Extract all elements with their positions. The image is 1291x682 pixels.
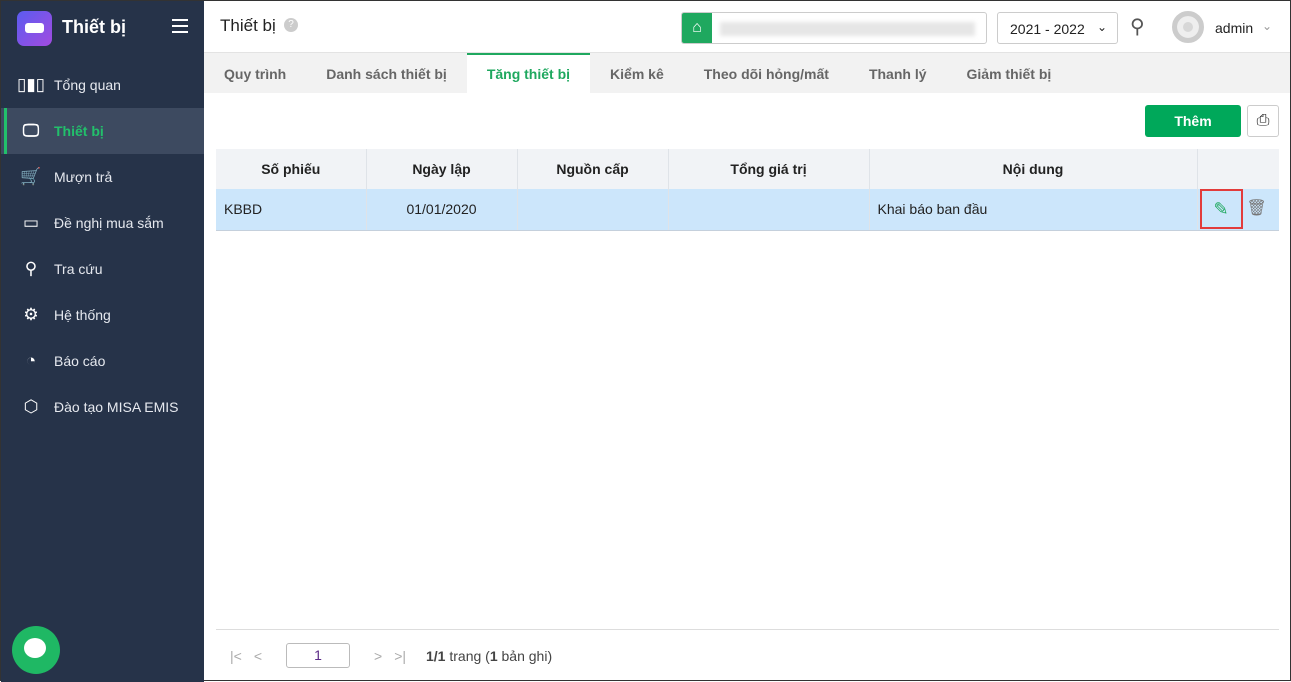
sidebar-item-label: Đề nghị mua sắm: [54, 215, 164, 231]
search-chart-icon[interactable]: ⚲: [1130, 14, 1145, 39]
sidebar-item-thiet-bi[interactable]: 🖵 Thiết bị: [1, 108, 204, 154]
pie-chart-icon: ◔: [25, 351, 37, 370]
column-header-actions: [1197, 149, 1279, 189]
tab-thanh-ly[interactable]: Thanh lý: [849, 53, 947, 93]
school-selector[interactable]: ⌂: [681, 12, 987, 44]
chat-button[interactable]: [12, 626, 60, 674]
edit-pencil-icon[interactable]: ✎: [1199, 189, 1243, 230]
cart-icon: 🛒: [20, 167, 42, 186]
tab-giam-thiet-bi[interactable]: Giảm thiết bị: [947, 53, 1072, 93]
first-page-icon[interactable]: |<: [230, 648, 242, 664]
sidebar-item-de-nghi-mua-sam[interactable]: ▭ Đề nghị mua sắm: [1, 200, 204, 246]
header: Thiết bị ? ⌂ 2021 - 2022 ⌄ ⚲ admin ⌄: [204, 1, 1290, 53]
chevron-down-icon[interactable]: ⌄: [1262, 19, 1272, 33]
chevron-down-icon: ⌄: [1096, 20, 1107, 34]
year-value: 2021 - 2022: [1010, 21, 1085, 37]
sidebar-item-muon-tra[interactable]: 🛒 Mượn trả: [1, 154, 204, 200]
chart-bars-icon: ▯▮▯: [16, 75, 46, 94]
cell-tong-gia-tri: [668, 189, 870, 231]
print-button[interactable]: ⎙: [1247, 105, 1279, 137]
column-header: Tổng giá trị: [668, 149, 870, 189]
tab-bar: Quy trình Danh sách thiết bị Tăng thiết …: [204, 53, 1290, 93]
year-select[interactable]: 2021 - 2022 ⌄: [997, 12, 1118, 44]
sidebar-item-bao-cao[interactable]: ◔ Báo cáo: [1, 338, 204, 384]
record-label: bản ghi): [497, 647, 553, 664]
home-icon: ⌂: [682, 13, 712, 43]
sidebar-item-label: Báo cáo: [54, 353, 106, 369]
sidebar-item-dao-tao[interactable]: ⬡ Đào tạo MISA EMIS: [1, 384, 204, 430]
avatar[interactable]: [1172, 11, 1204, 43]
sidebar-item-label: Tra cứu: [54, 261, 103, 277]
cell-ngay-lap: 01/01/2020: [366, 189, 518, 231]
divider: [216, 629, 1279, 630]
cell-nguon-cap: [517, 189, 669, 231]
page-info: 1/1 trang (1 bản ghi): [426, 648, 552, 664]
cell-so-phieu: KBBD: [216, 189, 367, 231]
sidebar-item-tra-cuu[interactable]: ⚲ Tra cứu: [1, 246, 204, 292]
box-icon: ⬡: [23, 397, 39, 416]
prev-page-icon[interactable]: <: [254, 648, 262, 664]
sidebar-item-label: Thiết bị: [54, 123, 104, 139]
page-title: Thiết bị: [220, 16, 276, 35]
printer-icon: ⎙: [1256, 112, 1270, 129]
monitor-icon: 🖵: [22, 121, 40, 140]
tab-tang-thiet-bi[interactable]: Tăng thiết bị: [466, 53, 591, 93]
search-icon: ⚲: [24, 259, 38, 278]
sidebar-item-label: Hệ thống: [54, 307, 111, 323]
column-header: Nội dung: [869, 149, 1198, 189]
tab-quy-trinh[interactable]: Quy trình: [204, 53, 306, 93]
trash-icon[interactable]: 🗑: [1247, 200, 1267, 217]
table-row[interactable]: KBBD 01/01/2020 Khai báo ban đầu ✎ 🗑: [216, 189, 1279, 231]
cell-noi-dung: Khai báo ban đầu: [869, 189, 1198, 231]
sidebar-item-he-thong[interactable]: ⚙ Hệ thống: [1, 292, 204, 338]
data-table: Số phiếu Ngày lập Nguồn cấp Tổng giá trị…: [216, 149, 1279, 231]
app-logo: [17, 11, 52, 46]
tab-theo-doi-hong-mat[interactable]: Theo dõi hỏng/mất: [684, 53, 849, 93]
sidebar-item-tong-quan[interactable]: ▯▮▯ Tổng quan: [1, 62, 204, 108]
sidebar-item-label: Mượn trả: [54, 169, 113, 185]
pagination: |< < 1 > >| 1/1 trang (1 bản ghi): [230, 643, 552, 668]
app-title: Thiết bị: [62, 17, 126, 37]
tab-danh-sach-thiet-bi[interactable]: Danh sách thiết bị: [306, 53, 467, 93]
sidebar-item-label: Tổng quan: [54, 77, 121, 93]
sidebar: Thiết bị ▯▮▯ Tổng quan 🖵 Thiết bị 🛒 Mượn tr…: [1, 1, 204, 682]
menu-toggle-icon[interactable]: [172, 19, 188, 33]
page-current: 1/1: [426, 647, 446, 664]
column-header: Số phiếu: [216, 149, 367, 189]
page-input[interactable]: 1: [286, 643, 350, 668]
record-count: 1: [489, 647, 498, 664]
user-name[interactable]: admin: [1215, 20, 1253, 36]
sidebar-item-label: Đào tạo MISA EMIS: [54, 399, 179, 415]
gear-icon: ⚙: [23, 305, 39, 324]
page-label: trang (: [445, 647, 490, 664]
last-page-icon[interactable]: >|: [394, 648, 406, 664]
help-icon[interactable]: ?: [284, 18, 298, 32]
add-button[interactable]: Thêm: [1145, 105, 1241, 137]
school-name-blurred: [720, 22, 975, 36]
next-page-icon[interactable]: >: [374, 648, 382, 664]
column-header: Nguồn cấp: [517, 149, 669, 189]
column-header: Ngày lập: [366, 149, 518, 189]
tab-kiem-ke[interactable]: Kiểm kê: [590, 53, 684, 93]
projector-icon: ▭: [22, 213, 40, 232]
